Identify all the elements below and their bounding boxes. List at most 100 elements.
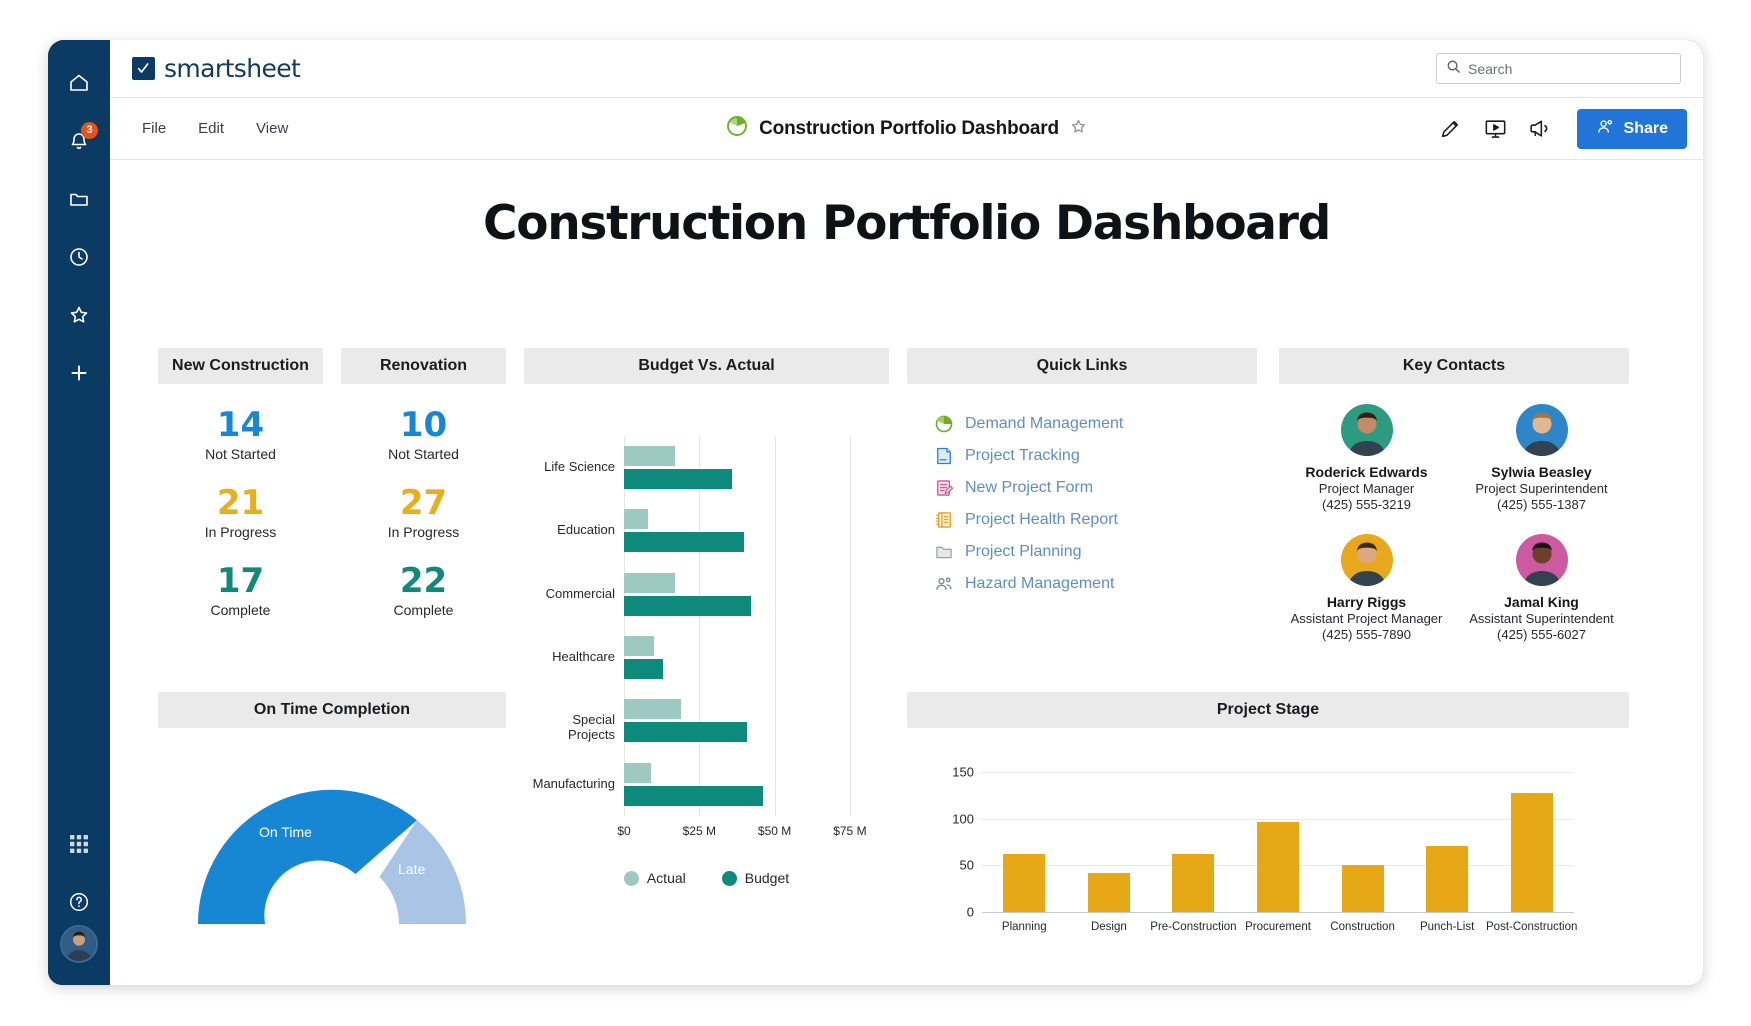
grid-apps-icon: [68, 833, 90, 855]
quick-link-project-tracking[interactable]: Project Tracking: [934, 440, 1257, 472]
bar-budget: [624, 659, 664, 679]
x-axis-category-label: Procurement: [1245, 921, 1311, 933]
bar-actual: [624, 446, 676, 466]
quick-link-hazard-management[interactable]: Hazard Management: [934, 568, 1257, 600]
menu-file[interactable]: File: [126, 113, 182, 144]
metric-complete: 22 Complete: [341, 562, 506, 618]
search-box[interactable]: [1436, 53, 1681, 84]
quick-links-list: Demand Management Project Tracking New Pro…: [907, 408, 1257, 600]
widget-header-quick-links: Quick Links: [907, 348, 1257, 384]
account-avatar[interactable]: [60, 925, 98, 963]
widget-header-project-stage: Project Stage: [907, 692, 1629, 728]
edit-pencil-icon[interactable]: [1438, 116, 1463, 141]
contact-name: Roderick Edwards: [1305, 464, 1428, 480]
menu-edit[interactable]: Edit: [182, 113, 240, 144]
widget-header-renovation: Renovation: [341, 348, 506, 384]
legend-item-budget: Budget: [721, 870, 790, 886]
quick-link-new-project-form[interactable]: New Project Form: [934, 472, 1257, 504]
app-body: smartsheet File Edit View: [110, 40, 1703, 985]
quick-link-label: New Project Form: [965, 479, 1094, 496]
contact-name: Sylwia Beasley: [1491, 464, 1592, 480]
chart-gridline: [982, 912, 1574, 913]
search-input[interactable]: [1468, 60, 1671, 77]
sidebar-item-recents[interactable]: [56, 234, 102, 280]
x-axis-category-label: Construction: [1330, 921, 1395, 933]
gauge-slice-on-time: [197, 789, 417, 924]
x-axis-tick: $25 M: [682, 824, 716, 838]
top-bar: smartsheet: [110, 40, 1703, 98]
sidebar-item-create[interactable]: [56, 350, 102, 396]
home-icon: [67, 71, 91, 95]
bar-project-stage: [1341, 865, 1384, 912]
chart-gridline: [699, 436, 701, 816]
bar-actual: [624, 699, 682, 720]
widget-header-on-time-completion: On Time Completion: [158, 692, 506, 728]
contact-name: Harry Riggs: [1326, 594, 1407, 610]
bar-project-stage: [1003, 854, 1046, 912]
question-icon: [67, 890, 91, 914]
widget-renovation: Renovation 10 Not Started 27 In Progress…: [341, 348, 506, 618]
widget-quick-links: Quick Links Demand Management Project Tra…: [907, 348, 1257, 600]
dashboard-canvas: Construction Portfolio Dashboard New Con…: [110, 160, 1703, 985]
quick-link-demand-management[interactable]: Demand Management: [934, 408, 1257, 440]
x-axis-tick: $75 M: [833, 824, 867, 838]
announcement-icon[interactable]: [1528, 116, 1553, 141]
star-icon: [67, 303, 91, 327]
metric-label: Not Started: [388, 446, 459, 463]
app-window: 3 smartsheet Search File Edit View Const…: [48, 40, 1703, 985]
presentation-icon[interactable]: [1483, 116, 1508, 141]
metric-value: 21: [216, 483, 265, 524]
x-axis-category-label: Punch-List: [1419, 921, 1475, 933]
pie-chart-icon: [725, 114, 749, 143]
star-outline-icon[interactable]: [1069, 117, 1088, 141]
bar-budget: [624, 469, 733, 489]
y-axis-category-label: Healthcare: [552, 649, 615, 664]
x-axis-tick: $0: [617, 824, 631, 838]
folder-icon: [67, 187, 91, 211]
metric-value: 10: [399, 405, 448, 445]
chart-gridline: [849, 436, 851, 816]
metric-complete: 17 Complete: [158, 562, 323, 618]
x-axis-category-label: Pre-Construction: [1150, 921, 1237, 933]
page-title: Construction Portfolio Dashboard: [759, 117, 1059, 139]
workspace-icon: [934, 574, 954, 594]
sidebar-item-browse[interactable]: [56, 176, 102, 222]
quick-link-label: Project Planning: [965, 543, 1082, 560]
quick-link-project-health-report[interactable]: Project Health Report: [934, 504, 1257, 536]
report-icon: [934, 510, 954, 530]
metric-value: 14: [216, 405, 265, 445]
contact-role: Assistant Project Manager: [1290, 611, 1443, 626]
legend-item-actual: Actual: [623, 870, 686, 886]
metric-in-progress: 27 In Progress: [341, 484, 506, 540]
sidebar-item-favorites[interactable]: [56, 292, 102, 338]
legend-label-budget: Budget: [744, 870, 790, 886]
share-button-label: Share: [1623, 119, 1668, 137]
bar-project-stage: [1257, 822, 1299, 912]
smartsheet-logo[interactable]: smartsheet: [132, 54, 301, 83]
quick-link-label: Project Tracking: [965, 447, 1080, 464]
bar-actual: [624, 762, 652, 783]
y-axis-tick: 100: [952, 811, 974, 827]
key-contacts-grid: Roderick Edwards Project Manager (425) 555…: [1279, 404, 1629, 642]
pie-chart-icon: [934, 414, 954, 434]
clock-icon: [67, 245, 91, 269]
sidebar-item-help[interactable]: [56, 879, 102, 925]
metric-not-started: 10 Not Started: [341, 406, 506, 462]
menu-view[interactable]: View: [240, 113, 304, 144]
avatar: [1340, 404, 1393, 456]
contact-role: Assistant Superintendent: [1469, 611, 1614, 626]
sidebar-item-notifications[interactable]: 3: [56, 118, 102, 164]
sidebar-item-apps[interactable]: [56, 821, 102, 867]
bar-project-stage: [1087, 872, 1130, 912]
sidebar-item-home[interactable]: [56, 60, 102, 106]
dashboard-title: Construction Portfolio Dashboard: [483, 196, 1331, 251]
gauge-svg: [197, 789, 467, 924]
share-button[interactable]: Share: [1576, 108, 1687, 149]
bar-budget: [624, 722, 748, 743]
y-axis-tick: 0: [966, 904, 974, 920]
quick-link-project-planning[interactable]: Project Planning: [934, 536, 1257, 568]
y-axis-tick: 150: [952, 764, 974, 780]
bar-actual: [624, 636, 655, 656]
left-nav-rail: 3: [48, 40, 110, 985]
form-icon: [934, 478, 954, 498]
